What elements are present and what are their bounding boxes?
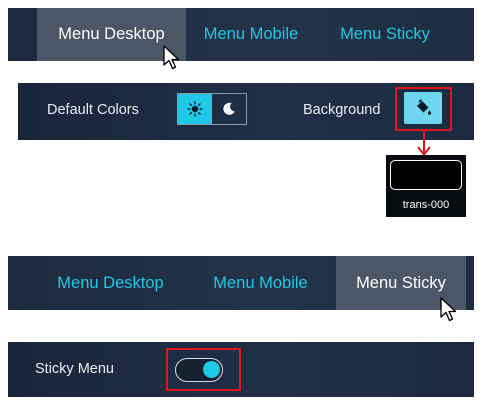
background-color-popup: trans-000 — [386, 155, 466, 217]
tab-label: Menu Desktop — [58, 25, 165, 43]
sticky-toggle-highlight — [166, 348, 241, 391]
sun-icon — [187, 101, 203, 117]
tab-label: Menu Sticky — [340, 25, 430, 43]
tab-menu-sticky[interactable]: Menu Sticky — [321, 8, 449, 61]
default-colors-label: Default Colors — [47, 102, 139, 118]
tab-label: Menu Mobile — [203, 25, 299, 43]
down-arrow-icon — [417, 131, 431, 157]
tab-menu-mobile[interactable]: Menu Mobile — [186, 8, 316, 61]
background-button-highlight — [395, 87, 452, 131]
dark-mode-button[interactable] — [212, 94, 246, 124]
mouse-cursor-icon — [163, 45, 180, 70]
color-mode-toggle — [177, 93, 247, 125]
sticky-menu-row: Sticky Menu — [8, 342, 474, 397]
menu-tabbar-sticky-active: Menu Desktop Menu Mobile Menu Sticky — [8, 256, 474, 310]
moon-icon — [223, 102, 235, 115]
tab-label: Menu Mobile — [213, 273, 308, 292]
color-swatch-trans-000[interactable] — [390, 160, 462, 190]
light-mode-button[interactable] — [178, 94, 212, 124]
tab-menu-desktop[interactable]: Menu Desktop — [33, 256, 188, 310]
tab-label: Menu Sticky — [356, 273, 446, 292]
screenshot-canvas: Menu Desktop Menu Mobile Menu Sticky Def… — [0, 0, 486, 402]
mouse-cursor-icon — [440, 297, 457, 322]
tab-label: Menu Desktop — [57, 273, 164, 292]
tab-menu-mobile[interactable]: Menu Mobile — [192, 256, 329, 310]
menu-tabbar-desktop-active: Menu Desktop Menu Mobile Menu Sticky — [8, 8, 474, 61]
sticky-menu-label: Sticky Menu — [35, 361, 114, 377]
swatch-label: trans-000 — [402, 199, 450, 211]
background-label: Background — [303, 102, 381, 118]
